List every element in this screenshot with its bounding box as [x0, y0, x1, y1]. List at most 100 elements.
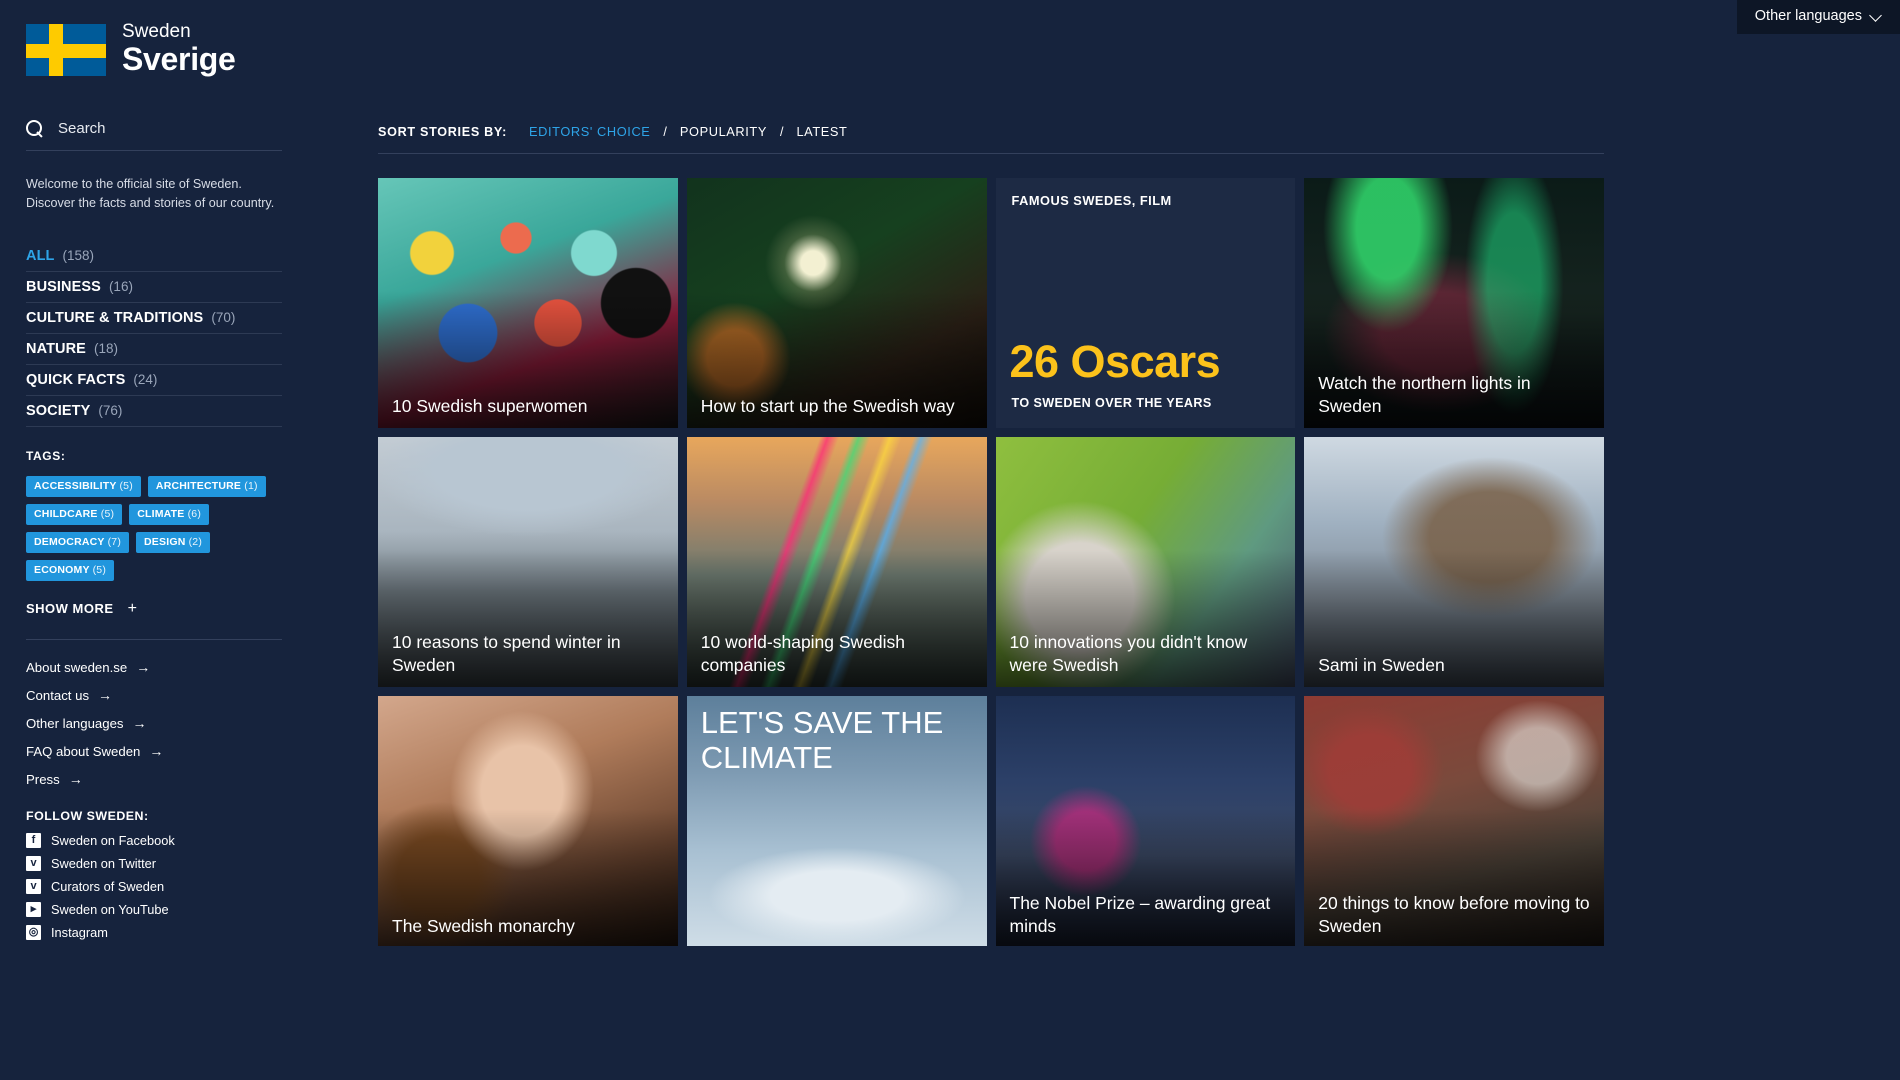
category-list: ALL (158) BUSINESS (16) CULTURE & TRADIT…: [26, 241, 282, 427]
story-card-innovations[interactable]: 10 innovations you didn't know were Swed…: [995, 437, 1296, 687]
footer-link-other-languages[interactable]: Other languages →: [26, 716, 282, 731]
story-card-northern-lights[interactable]: Watch the northern lights in Sweden: [1304, 178, 1604, 428]
category-item-business[interactable]: BUSINESS (16): [26, 272, 282, 303]
category-count: (18): [93, 340, 118, 356]
category-item-nature[interactable]: NATURE (18): [26, 334, 282, 365]
sidebar: Sweden Sverige Search Welcome to the off…: [0, 0, 310, 1080]
card-title: The Nobel Prize – awarding great minds: [1009, 893, 1271, 936]
sidebar-divider: [26, 638, 282, 640]
search-icon: [26, 119, 43, 137]
footer-link-press[interactable]: Press →: [26, 772, 282, 787]
category-label: NATURE: [26, 340, 86, 357]
sort-option-popularity[interactable]: POPULARITY: [680, 124, 767, 139]
arrow-right-icon: →: [132, 715, 147, 732]
sort-option-editors-choice[interactable]: EDITORS' CHOICE: [529, 124, 650, 139]
social-link-youtube[interactable]: ▸ Sweden on YouTube: [26, 901, 282, 917]
welcome-text: Welcome to the official site of Sweden. …: [26, 176, 275, 210]
show-more-tags-button[interactable]: SHOW MORE +: [26, 600, 282, 618]
category-count: (158): [62, 247, 95, 263]
plus-icon: +: [127, 599, 138, 617]
sort-separator: /: [779, 124, 784, 139]
category-label: SOCIETY: [26, 402, 91, 419]
tag-label: ACCESSIBILITY: [34, 479, 117, 492]
story-card-moving[interactable]: 20 things to know before moving to Swede…: [1304, 696, 1604, 946]
social-link-instagram[interactable]: ◎ Instagram: [26, 924, 282, 940]
social-link-label: Instagram: [51, 924, 108, 940]
tag-climate[interactable]: CLIMATE (6): [129, 503, 210, 525]
arrow-right-icon: →: [68, 771, 83, 788]
tag-label: ECONOMY: [34, 563, 90, 576]
footer-link-label: FAQ about Sweden: [26, 743, 141, 759]
category-count: (70): [211, 309, 236, 325]
tag-design[interactable]: DESIGN (2): [136, 531, 211, 553]
tag-label: CHILDCARE: [34, 507, 98, 520]
arrow-right-icon: →: [149, 743, 164, 760]
tag-economy[interactable]: ECONOMY (5): [26, 559, 115, 581]
stat-card-oscars[interactable]: FAMOUS SWEDES, FILM 26 Oscars TO SWEDEN …: [995, 178, 1296, 428]
twitter-icon: ᴠ: [26, 855, 41, 871]
category-item-all[interactable]: ALL (158): [26, 241, 282, 272]
footer-link-label: Press: [26, 771, 60, 787]
follow-heading: FOLLOW SWEDEN:: [26, 808, 149, 823]
category-label: BUSINESS: [26, 278, 101, 295]
tag-childcare[interactable]: CHILDCARE (5): [26, 503, 123, 525]
stat-card-subtitle: TO SWEDEN OVER THE YEARS: [1011, 396, 1212, 410]
youtube-icon: ▸: [26, 901, 41, 917]
tag-count: (2): [188, 535, 203, 548]
arrow-right-icon: →: [98, 687, 113, 704]
sort-stories-by-label: SORT STORIES BY:: [378, 124, 507, 139]
social-link-label: Sweden on Facebook: [51, 832, 175, 848]
story-card-climate[interactable]: LET'S SAVE THE CLIMATE: [686, 696, 987, 946]
story-card-sami[interactable]: Sami in Sweden: [1304, 437, 1604, 687]
card-title: 10 world-shaping Swedish companies: [700, 632, 906, 675]
story-card-nobel[interactable]: The Nobel Prize – awarding great minds: [995, 696, 1296, 946]
card-title: Watch the northern lights in Sweden: [1318, 373, 1531, 416]
social-link-twitter[interactable]: ᴠ Sweden on Twitter: [26, 855, 282, 871]
tag-democracy[interactable]: DEMOCRACY (7): [26, 531, 130, 553]
tag-label: CLIMATE: [137, 507, 185, 520]
tag-count: (1): [244, 479, 258, 492]
tag-count: (7): [107, 535, 122, 548]
tag-count: (5): [92, 563, 107, 576]
footer-link-contact[interactable]: Contact us →: [26, 688, 282, 703]
card-title: 10 reasons to spend winter in Sweden: [392, 632, 621, 675]
twitter-icon: ᴠ: [26, 878, 41, 894]
story-grid: 10 Swedish superwomen How to start up th…: [378, 178, 1604, 946]
story-card-monarchy[interactable]: The Swedish monarchy: [378, 696, 678, 946]
search-input[interactable]: Search: [26, 119, 282, 151]
social-link-label: Sweden on Twitter: [51, 855, 157, 871]
footer-link-label: About sweden.se: [26, 659, 128, 675]
social-link-facebook[interactable]: f Sweden on Facebook: [26, 832, 282, 848]
category-count: (76): [98, 402, 123, 418]
tags-heading: TAGS:: [26, 448, 66, 463]
category-label: ALL: [26, 247, 55, 264]
tag-list: ACCESSIBILITY (5) ARCHITECTURE (1) CHILD…: [26, 475, 282, 581]
category-item-quick-facts[interactable]: QUICK FACTS (24): [26, 365, 282, 396]
category-item-culture-traditions[interactable]: CULTURE & TRADITIONS (70): [26, 303, 282, 334]
card-title: The Swedish monarchy: [392, 915, 575, 936]
tag-count: (6): [187, 507, 202, 520]
tag-label: DEMOCRACY: [34, 535, 105, 548]
card-title: 10 innovations you didn't know were Swed…: [1009, 632, 1248, 675]
story-card-winter[interactable]: 10 reasons to spend winter in Sweden: [378, 437, 678, 687]
main-content: SORT STORIES BY: EDITORS' CHOICE / POPUL…: [378, 0, 1900, 1080]
footer-link-faq[interactable]: FAQ about Sweden →: [26, 744, 282, 759]
category-item-society[interactable]: SOCIETY (76): [26, 396, 282, 427]
card-title: 10 Swedish superwomen: [392, 395, 588, 416]
category-count: (24): [133, 371, 158, 387]
stat-card-kicker: FAMOUS SWEDES, FILM: [1011, 193, 1172, 208]
social-link-curators[interactable]: ᴠ Curators of Sweden: [26, 878, 282, 894]
show-more-label: SHOW MORE: [26, 601, 114, 617]
site-brand[interactable]: Sweden Sverige: [26, 22, 282, 78]
tag-count: (5): [100, 507, 115, 520]
tag-accessibility[interactable]: ACCESSIBILITY (5): [26, 475, 141, 497]
card-title: 20 things to know before moving to Swede…: [1318, 893, 1590, 936]
sort-option-latest[interactable]: LATEST: [796, 124, 847, 139]
story-card-companies[interactable]: 10 world-shaping Swedish companies: [686, 437, 987, 687]
footer-link-about[interactable]: About sweden.se →: [26, 660, 282, 675]
tag-architecture[interactable]: ARCHITECTURE (1): [147, 475, 266, 497]
story-card-superwomen[interactable]: 10 Swedish superwomen: [378, 178, 678, 428]
story-card-startup[interactable]: How to start up the Swedish way: [686, 178, 987, 428]
search-placeholder: Search: [58, 119, 106, 137]
stat-card-value: 26 Oscars: [1009, 336, 1221, 387]
